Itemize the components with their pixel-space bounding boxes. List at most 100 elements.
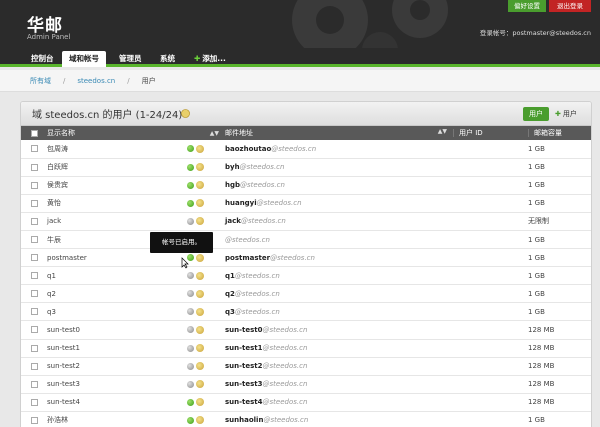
table-row[interactable]: postmaster postmaster@steedos.cn 1 GB [21,248,591,268]
display-name[interactable]: sun-test1 [47,344,80,352]
column-display-name[interactable]: 显示名称 [47,126,187,140]
table-row[interactable]: sun-test4 sun-test4@steedos.cn 128 MB [21,393,591,412]
row-checkbox[interactable] [30,254,38,262]
display-name[interactable]: sun-test2 [47,362,80,370]
email-user[interactable]: byh [225,163,240,171]
status-dot-icon[interactable] [187,272,194,280]
row-checkbox[interactable] [30,272,38,280]
display-name[interactable]: postmaster [47,254,87,262]
status-dot-icon[interactable] [187,145,194,153]
display-name[interactable]: 包周涛 [47,145,68,153]
email-user[interactable]: huangyi [225,199,257,207]
key-icon[interactable] [196,380,204,389]
row-checkbox[interactable] [30,326,38,334]
table-row[interactable]: 牛辰 @steedos.cn 1 GB [21,230,591,250]
status-dot-icon[interactable] [187,362,194,370]
table-row[interactable]: 孙浩林 sunhaolin@steedos.cn 1 GB [21,411,591,427]
row-checkbox[interactable] [30,344,38,352]
email-user[interactable]: sun-test3 [225,380,263,388]
key-icon[interactable] [196,398,204,407]
display-name[interactable]: 黄怡 [47,199,61,207]
key-icon[interactable] [196,181,204,190]
table-row[interactable]: 包周涛 baozhoutao@steedos.cn 1 GB [21,140,591,159]
row-checkbox[interactable] [30,308,38,316]
email-user[interactable]: hgb [225,181,240,189]
key-icon[interactable] [196,325,204,334]
email-user[interactable]: sun-test4 [225,398,263,406]
column-user-id[interactable]: 用户 ID [453,126,528,140]
row-checkbox[interactable] [30,398,38,406]
status-dot-icon[interactable] [187,308,194,316]
display-name[interactable]: jack [47,217,61,225]
key-icon[interactable] [196,163,204,172]
row-checkbox[interactable] [30,199,38,207]
email-user[interactable]: sunhaolin [225,416,263,424]
status-dot-icon[interactable] [187,398,194,406]
display-name[interactable]: 孙浩林 [47,416,68,424]
key-icon[interactable] [196,344,204,353]
row-checkbox[interactable] [30,362,38,370]
nav-dashboard[interactable]: 控制台 [24,51,61,67]
status-dot-icon[interactable] [187,416,194,424]
table-row[interactable]: 侯贵宾 hgb@steedos.cn 1 GB [21,176,591,195]
key-icon[interactable] [196,144,204,153]
email-user[interactable]: baozhoutao [225,145,271,153]
select-all-checkbox[interactable] [30,129,38,137]
display-name[interactable]: q3 [47,308,56,316]
key-icon[interactable] [196,307,204,316]
status-dot-icon[interactable] [187,344,194,352]
key-icon[interactable] [196,362,204,371]
status-dot-icon[interactable] [187,181,194,189]
email-user[interactable]: sun-test1 [225,344,263,352]
status-dot-icon[interactable] [187,290,194,298]
nav-add[interactable]: ✚ 添加... [187,51,233,67]
key-icon[interactable] [196,217,204,226]
add-user-button[interactable]: ✚ 用户 [555,107,577,121]
key-icon[interactable] [196,253,204,262]
row-checkbox[interactable] [30,290,38,298]
column-quota[interactable]: 邮箱容量 [528,126,591,140]
table-row[interactable]: 白跃辉 byh@steedos.cn 1 GB [21,158,591,177]
key-icon[interactable] [196,416,204,425]
row-checkbox[interactable] [30,145,38,153]
column-email[interactable]: 邮件地址 ▲▼ [225,126,453,140]
email-user[interactable]: q1 [225,272,235,280]
row-checkbox[interactable] [30,217,38,225]
users-button[interactable]: 用户 [523,107,549,121]
display-name[interactable]: sun-test4 [47,398,80,406]
display-name[interactable]: sun-test3 [47,380,80,388]
display-name[interactable]: sun-test0 [47,326,80,334]
display-name[interactable]: 白跃辉 [47,163,68,171]
email-user[interactable]: sun-test0 [225,326,263,334]
table-row[interactable]: sun-test0 sun-test0@steedos.cn 128 MB [21,320,591,340]
table-row[interactable]: sun-test1 sun-test1@steedos.cn 128 MB [21,339,591,358]
display-name[interactable]: q1 [47,272,56,280]
table-row[interactable]: q2 q2@steedos.cn 1 GB [21,284,591,304]
table-row[interactable]: q1 q1@steedos.cn 1 GB [21,266,591,286]
table-row[interactable]: 黄怡 huangyi@steedos.cn 1 GB [21,194,591,213]
status-dot-icon[interactable] [187,199,194,207]
key-icon[interactable] [196,199,204,208]
email-user[interactable]: jack [225,217,241,225]
display-name[interactable]: q2 [47,290,56,298]
email-user[interactable]: postmaster [225,254,270,262]
row-checkbox[interactable] [30,163,38,171]
display-name[interactable]: 牛辰 [47,236,61,244]
nav-admins[interactable]: 管理员 [112,51,149,67]
table-row[interactable]: sun-test2 sun-test2@steedos.cn 128 MB [21,357,591,376]
display-name[interactable]: 侯贵宾 [47,181,68,189]
key-icon[interactable] [196,271,204,280]
status-dot-icon[interactable] [187,217,194,225]
status-dot-icon[interactable] [187,163,194,171]
row-checkbox[interactable] [30,236,38,244]
status-dot-icon[interactable] [187,380,194,388]
email-user[interactable]: sun-test2 [225,362,263,370]
row-checkbox[interactable] [30,416,38,424]
row-checkbox[interactable] [30,181,38,189]
email-user[interactable]: q2 [225,290,235,298]
nav-domains-accounts[interactable]: 域和帐号 [62,51,106,67]
row-checkbox[interactable] [30,380,38,388]
preferences-button[interactable]: 偏好设置 [508,0,546,12]
table-row[interactable]: q3 q3@steedos.cn 1 GB [21,302,591,322]
logout-button[interactable]: 退出登录 [549,0,591,12]
